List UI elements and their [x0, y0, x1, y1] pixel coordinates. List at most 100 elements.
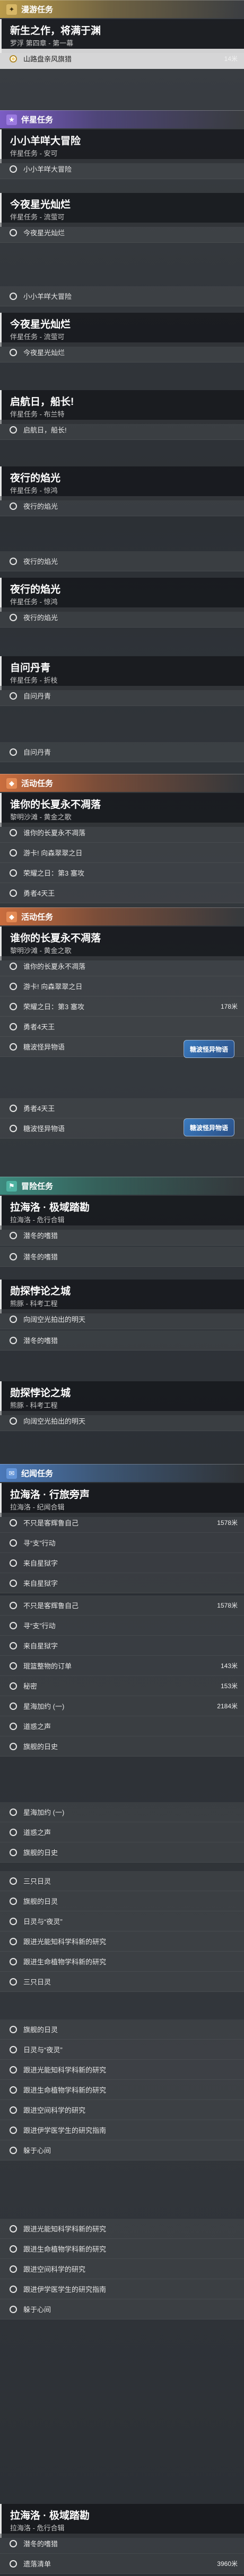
quest-objective[interactable]: 潜冬的嗜猎	[0, 1225, 244, 1246]
quest-card[interactable]: 谁你的长夏永不凋落 黎明沙滩 - 黄金之歌	[0, 927, 244, 960]
quest-objective[interactable]: 小小羊咩大冒险	[0, 159, 244, 179]
objective-text: 山路盘亲风旗猎	[23, 55, 72, 63]
quest-objective[interactable]: 道惑之声	[0, 1822, 244, 1842]
section-header-trailblaze[interactable]: ✦ 漫游任务	[0, 0, 244, 18]
objective-ring-icon	[10, 1002, 17, 1010]
quest-objective[interactable]: 游卡! 向森翠翠之日	[0, 976, 244, 996]
quest-objective[interactable]: 夜行的焰光	[0, 551, 244, 571]
quest-objective[interactable]: 日灵与“夜灵”	[0, 2040, 244, 2060]
quest-objective[interactable]: 跟进伊学医学生的研究指南	[0, 2279, 244, 2299]
quest-objective[interactable]: 自问丹青	[0, 686, 244, 706]
quest-card[interactable]: 启航日，船长! 伴星任务 - 布兰特	[0, 390, 244, 424]
quest-objective[interactable]: 潜冬的嗜猎	[0, 2534, 244, 2554]
quest-objective[interactable]: 旗舰的日灵	[0, 1891, 244, 1911]
objective-text: 跟进光能知科学科新的研究	[23, 1938, 107, 1946]
quest-objective[interactable]: 寻“支”行动	[0, 1616, 244, 1636]
objective-distance: 14米	[224, 55, 238, 63]
quest-objective[interactable]: 遗落清单 3960米	[0, 2554, 244, 2574]
quest-card[interactable]: 自问丹青 伴星任务 - 折枝	[0, 656, 244, 690]
quest-objective[interactable]: 今夜星光灿烂	[0, 223, 244, 243]
quest-objective[interactable]: 旗舰的日史	[0, 1736, 244, 1757]
quest-objective[interactable]: 跟进光能知科学科新的研究	[0, 2219, 244, 2239]
quest-objective[interactable]: 谁你的长夏永不凋落	[0, 956, 244, 976]
quest-objective[interactable]: 夜行的焰光	[0, 607, 244, 628]
quest-card[interactable]: 今夜星光灿烂 伴星任务 - 流萤可	[0, 193, 244, 227]
objective-distance: 2184米	[217, 1702, 238, 1710]
quest-objective[interactable]: 自问丹青	[0, 742, 244, 762]
objective-text: 小小羊咩大冒险	[23, 165, 72, 173]
quest-objective[interactable]: 夜行的焰光	[0, 496, 244, 516]
quest-objective[interactable]: 星海加约 (一) 2184米	[0, 1696, 244, 1716]
objective-text: 游卡! 向森翠翠之日	[23, 983, 83, 991]
objective-ring-icon	[10, 1231, 17, 1239]
quest-card[interactable]: 夜行的焰光 伴星任务 - 惊鸿	[0, 466, 244, 500]
quest-card[interactable]: 夜行的焰光 伴星任务 - 惊鸿	[0, 578, 244, 612]
quest-objective[interactable]: 跟进伊学医学生的研究指南	[0, 2120, 244, 2140]
quest-objective[interactable]: 跟进生命植物学科新的研究	[0, 2239, 244, 2259]
section-header-daily[interactable]: ✉ 纪闻任务	[0, 1464, 244, 1482]
quest-card[interactable]: 新生之作，将满于渊 罗浮 第四章 - 第一幕	[0, 19, 244, 53]
quest-objective[interactable]: 勇者4天王	[0, 883, 244, 903]
quest-objective[interactable]: 三只日灵	[0, 1871, 244, 1891]
quest-objective[interactable]: 日灵与“夜灵”	[0, 1911, 244, 1931]
objective-text: 旗舰的日史	[23, 1743, 58, 1751]
quest-objective[interactable]: 不只是客辉鲁自己 1578米	[0, 1513, 244, 1533]
quest-objective[interactable]: 不只是客辉鲁自己 1578米	[0, 1595, 244, 1616]
quest-card[interactable]: 拉海洛 · 行旅旁声 拉海洛 - 纪闻合辑	[0, 1483, 244, 1517]
objective-text: 向阔空光拍出的明天	[23, 1417, 86, 1425]
objective-ring-icon	[10, 2086, 17, 2094]
quest-card[interactable]: 谁你的长夏永不凋落 黎明沙滩 - 黄金之歌	[0, 793, 244, 827]
quest-objective[interactable]: 跟进空间科学的研究	[0, 2100, 244, 2120]
quest-objective[interactable]: 勇者4天王	[0, 1098, 244, 1118]
objective-text: 潜冬的嗜猎	[23, 1232, 58, 1240]
quest-objective[interactable]: 谁你的长夏永不凋落	[0, 823, 244, 843]
section-header-event1[interactable]: ◆ 活动任务	[0, 774, 244, 792]
quest-objective[interactable]: 来自星狱字	[0, 1573, 244, 1593]
quest-objective[interactable]: 今夜星光灿烂	[0, 342, 244, 363]
quest-objective[interactable]: 小小羊咩大冒险	[0, 286, 244, 306]
quest-subtitle: 熊豚 - 科考工程	[10, 1300, 58, 1308]
quest-objective[interactable]: 跟进生命植物学科新的研究	[0, 2080, 244, 2100]
quest-objective[interactable]: 躲于心间	[0, 2299, 244, 2319]
quest-objective[interactable]: 山路盘亲风旗猎 14米	[0, 49, 244, 69]
quest-objective[interactable]: 游卡! 向森翠翠之日	[0, 843, 244, 863]
quest-card[interactable]: 勋探悖论之城 熊豚 - 科考工程	[0, 1280, 244, 1313]
quest-card[interactable]: 拉海洛 · 极域踏勘 拉海洛 - 危行合辑	[0, 2504, 244, 2538]
quest-objective[interactable]: 来自星狱字	[0, 1636, 244, 1656]
quest-objective[interactable]: 寻“支”行动	[0, 1533, 244, 1553]
quest-objective[interactable]: 琨篮整物的订单 143米	[0, 1656, 244, 1676]
section-header-event2[interactable]: ◆ 活动任务	[0, 907, 244, 925]
quest-subtitle: 伴星任务 - 流萤可	[10, 213, 65, 221]
quest-objective[interactable]: 荣耀之日：第3 塞攻 178米	[0, 996, 244, 1017]
section-header-companion[interactable]: ★ 伴星任务	[0, 110, 244, 128]
section-header-adventure[interactable]: ⚑ 冒险任务	[0, 1177, 244, 1195]
quest-objective[interactable]: 启航日，船长!	[0, 420, 244, 440]
quest-objective[interactable]: 星海加约 (一)	[0, 1802, 244, 1822]
quest-card[interactable]: 小小羊咩大冒险 伴星任务 - 安可	[0, 129, 244, 163]
quest-objective[interactable]: 秘密 153米	[0, 1676, 244, 1696]
quest-title: 拉海洛 · 极域踏勘	[10, 2510, 90, 2521]
section-title: 活动任务	[21, 913, 54, 922]
objective-ring-icon	[10, 2225, 17, 2233]
quest-objective[interactable]: 道惑之声	[0, 1716, 244, 1736]
quest-objective[interactable]: 向阔空光拍出的明天	[0, 1411, 244, 1431]
quest-objective[interactable]: 潜冬的嗜猎	[0, 1330, 244, 1351]
quest-card[interactable]: 拉海洛 · 极域踏勘 拉海洛 - 危行合辑	[0, 1196, 244, 1230]
quest-objective[interactable]: 向阔空光拍出的明天	[0, 1309, 244, 1329]
quest-objective[interactable]: 旗舰的日史	[0, 1842, 244, 1863]
quest-objective[interactable]: 跟进空间科学的研究	[0, 2259, 244, 2279]
quest-objective[interactable]: 三只日灵	[0, 1972, 244, 1992]
quest-objective[interactable]: 潜冬的嗜猎	[0, 1247, 244, 1267]
quest-objective[interactable]: 跟进生命植物学科新的研究	[0, 1952, 244, 1972]
quest-objective[interactable]: 跟进光能知科学科新的研究	[0, 2060, 244, 2080]
quest-card[interactable]: 勋探悖论之城 熊豚 - 科考工程	[0, 1381, 244, 1415]
quest-objective[interactable]: 勇者4天王	[0, 1017, 244, 1037]
objective-ring-icon	[10, 228, 17, 236]
quest-card[interactable]: 今夜星光灿烂 伴星任务 - 流萤可	[0, 313, 244, 347]
quest-objective[interactable]: 旗舰的日灵	[0, 2019, 244, 2040]
quest-objective[interactable]: 荣耀之日：第3 塞攻	[0, 863, 244, 883]
quest-objective[interactable]: 跟进光能知科学科新的研究	[0, 1931, 244, 1952]
objective-ring-icon	[10, 348, 17, 356]
quest-objective[interactable]: 来自星狱字	[0, 1553, 244, 1573]
quest-objective[interactable]: 躲于心间	[0, 2140, 244, 2160]
